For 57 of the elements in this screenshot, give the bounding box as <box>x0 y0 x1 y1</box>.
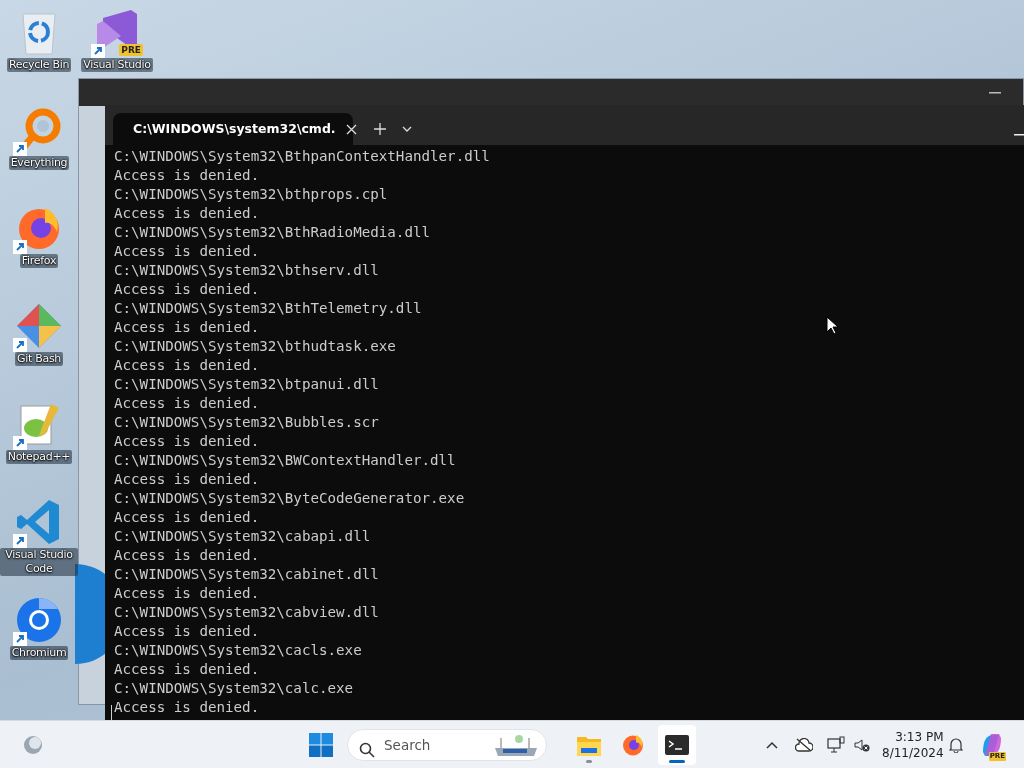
console-line: C:\WINDOWS\System32\bthudtask.exe <box>114 337 396 356</box>
terminal-icon[interactable] <box>658 725 696 765</box>
console-line: Access is denied. <box>114 622 260 641</box>
git-icon[interactable] <box>15 302 63 350</box>
console-line: C:\WINDOWS\System32\cabview.dll <box>114 603 379 622</box>
icon-label: Git Bash <box>15 352 63 366</box>
console-line: Access is denied. <box>114 470 260 489</box>
close-icon <box>345 123 357 135</box>
console-line: Access is denied. <box>114 280 260 299</box>
icon-label: Chromium <box>9 646 69 660</box>
console-line: Access is denied. <box>114 318 260 337</box>
console-line: C:\WINDOWS\System32\cacls.exe <box>114 641 362 660</box>
icon-label: Recycle Bin <box>6 58 72 72</box>
console-line: C:\WINDOWS\System32\bthserv.dll <box>114 261 379 280</box>
tab-title: C:\WINDOWS\system32\cmd. <box>133 119 336 138</box>
console-line: Access is denied. <box>114 698 260 717</box>
console-line: Access is denied. <box>114 394 260 413</box>
console-line: C:\WINDOWS\System32\calc.exe <box>114 679 354 698</box>
console-line: Access is denied. <box>114 546 260 565</box>
console-line: C:\WINDOWS\System32\cabinet.dll <box>114 565 379 584</box>
console-line: C:\WINDOWS\System32\ByteCodeGenerator.exe <box>114 489 465 508</box>
icon-label: Visual Studio <box>81 58 153 72</box>
console-line: Access is denied. <box>114 204 260 223</box>
console-line: C:\WINDOWS\System32\btpanui.dll <box>114 375 379 394</box>
console-line: Access is denied. <box>114 432 260 451</box>
console-line: C:\WINDOWS\System32\BthTelemetry.dll <box>114 299 422 318</box>
console-line: C:\WINDOWS\System32\cabapi.dll <box>114 527 371 546</box>
clock[interactable]: 3:13 PM 8/11/2024 <box>882 729 944 761</box>
clock-date: 8/11/2024 <box>882 745 944 761</box>
text-cursor <box>111 705 112 721</box>
console-line: Access is denied. <box>114 166 260 185</box>
search-field[interactable]: Search <box>347 729 547 761</box>
console-line: C:\WINDOWS\System32\Bubbles.scr <box>114 413 379 432</box>
minimize-icon[interactable] <box>1014 133 1024 136</box>
cursor-icon <box>826 316 838 335</box>
console-line: C:\WINDOWS\System32\BthpanContextHandler.dll <box>114 147 490 166</box>
plus-icon <box>374 123 386 135</box>
magnifier-icon[interactable] <box>15 106 63 154</box>
console-line: Access is denied. <box>114 660 260 679</box>
console-line: Access is denied. <box>114 584 260 603</box>
console-line: C:\WINDOWS\System32\bthprops.cpl <box>114 185 388 204</box>
clock-time: 3:13 PM <box>894 729 944 745</box>
icon-label: Everything <box>8 156 70 170</box>
console-line: Access is denied. <box>114 508 260 527</box>
console-line: C:\WINDOWS\System32\BWContextHandler.dll <box>114 451 456 470</box>
console-line: C:\WINDOWS\System32\BthRadioMedia.dll <box>114 223 431 242</box>
search-icon <box>359 741 375 758</box>
icon-label: Firefox <box>19 254 59 268</box>
icon-label: Notepad++ <box>5 450 73 464</box>
chromium-icon[interactable] <box>15 596 63 644</box>
icon-label: Visual Studio Code <box>0 548 78 576</box>
close-button[interactable] <box>345 123 357 135</box>
router-icon <box>493 733 539 758</box>
minimize-icon[interactable] <box>989 91 1001 94</box>
chevron-down-icon <box>402 126 412 132</box>
console-line: Access is denied. <box>114 242 260 261</box>
console-line: Access is denied. <box>114 356 260 375</box>
